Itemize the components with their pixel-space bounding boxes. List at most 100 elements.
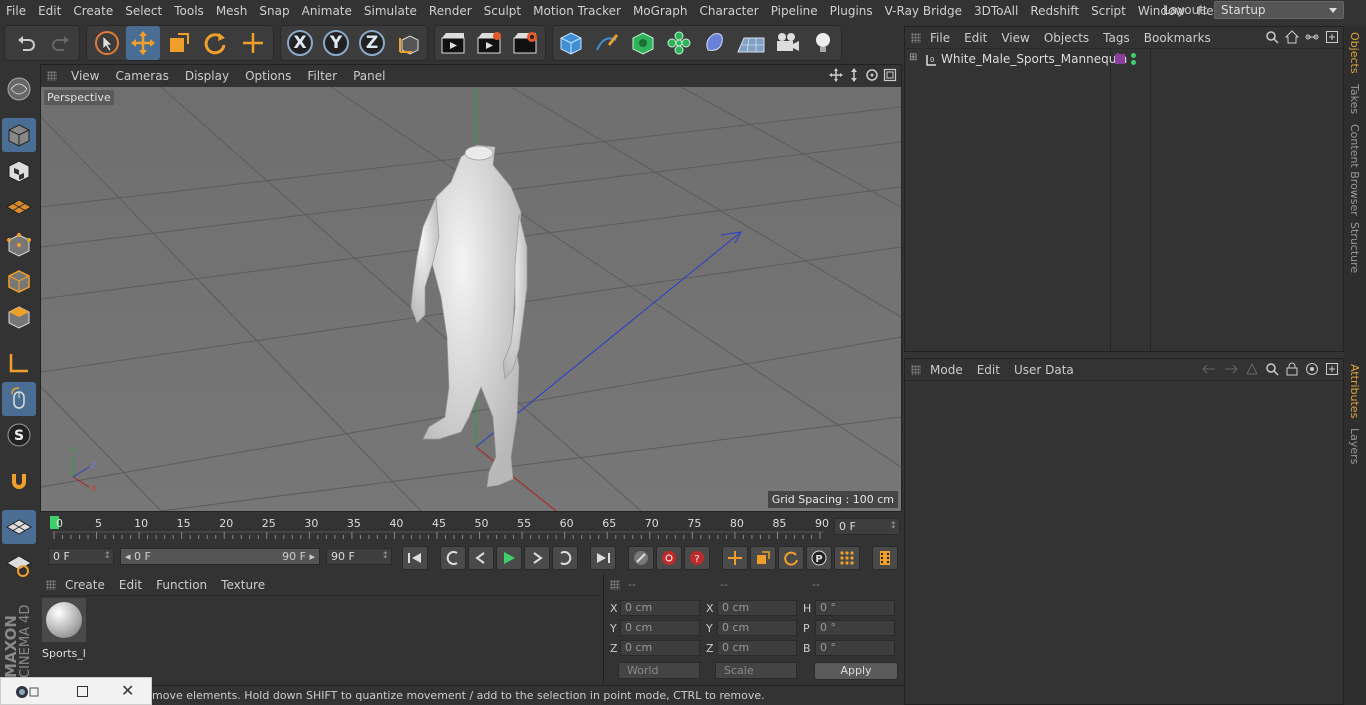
live-selection-icon[interactable] — [90, 26, 124, 60]
light-icon[interactable] — [806, 26, 840, 60]
viewport-canvas[interactable]: Y Z X Perspective Grid Spacing : 100 cm — [41, 87, 901, 511]
floor-icon[interactable] — [734, 26, 768, 60]
menu-edit[interactable]: Edit — [32, 4, 67, 18]
viewport-menu-panel[interactable]: Panel — [345, 69, 393, 83]
menu-mograph[interactable]: MoGraph — [627, 4, 694, 18]
menu-simulate[interactable]: Simulate — [358, 4, 423, 18]
search-icon[interactable] — [1265, 30, 1279, 44]
move-tool-icon[interactable] — [126, 26, 160, 60]
attribute-menu-user-data[interactable]: User Data — [1007, 363, 1081, 377]
menu-animate[interactable]: Animate — [296, 4, 358, 18]
key-pla-icon[interactable] — [834, 546, 860, 570]
key-position-icon[interactable] — [722, 546, 748, 570]
maximize-icon[interactable] — [77, 686, 88, 697]
pen-spline-icon[interactable] — [590, 26, 624, 60]
tab-content-browser[interactable]: Content Browser — [1348, 124, 1361, 216]
attribute-menu-mode[interactable]: Mode — [923, 363, 970, 377]
current-frame-field[interactable]: 0 F — [834, 518, 900, 535]
expand-icon[interactable]: ⊞ — [909, 52, 917, 63]
play-icon[interactable] — [496, 546, 522, 570]
menu-plugins[interactable]: Plugins — [824, 4, 879, 18]
next-frame-icon[interactable] — [524, 546, 550, 570]
link-icon[interactable] — [1305, 30, 1319, 44]
undo-icon[interactable] — [9, 26, 43, 60]
go-to-start-icon[interactable] — [402, 546, 428, 570]
edges-mode-icon[interactable] — [2, 264, 36, 298]
menu-sculpt[interactable]: Sculpt — [478, 4, 527, 18]
menu-create[interactable]: Create — [67, 4, 119, 18]
motion-recording-icon[interactable] — [628, 546, 654, 570]
redo-icon[interactable] — [44, 26, 78, 60]
locked-workplane-icon[interactable] — [2, 548, 36, 582]
menu-script[interactable]: Script — [1085, 4, 1132, 18]
size-y-field[interactable]: 0 cm — [717, 620, 797, 636]
close-icon[interactable]: ✕ — [121, 681, 134, 700]
camera-icon[interactable] — [770, 26, 804, 60]
menu-pipeline[interactable]: Pipeline — [765, 4, 824, 18]
viewport-menu-cameras[interactable]: Cameras — [107, 69, 176, 83]
previous-frame-icon[interactable] — [468, 546, 494, 570]
object-menu-objects[interactable]: Objects — [1037, 31, 1096, 45]
tab-structure[interactable]: Structure — [1348, 222, 1361, 273]
timeline-window-icon[interactable] — [872, 546, 898, 570]
polygons-mode-icon[interactable] — [2, 300, 36, 334]
frame-range-slider[interactable]: ◂ 0 F 90 F ▸ — [120, 548, 320, 565]
key-rotation-icon[interactable] — [778, 546, 804, 570]
object-menu-edit[interactable]: Edit — [957, 31, 994, 45]
lock-icon[interactable] — [1285, 362, 1299, 376]
back-arrow-icon[interactable] — [1201, 362, 1217, 376]
menu-file[interactable]: File — [0, 4, 32, 18]
apply-button[interactable]: Apply — [814, 662, 898, 680]
zoom-view-icon[interactable] — [847, 68, 861, 82]
z-axis-lock-button[interactable]: Z — [355, 26, 389, 60]
coordinate-system-icon[interactable] — [392, 26, 426, 60]
rot-p-field[interactable]: 0 ° — [815, 620, 895, 636]
new-window-icon[interactable] — [1325, 30, 1339, 44]
pos-x-field[interactable]: 0 cm — [620, 600, 700, 616]
deformer-icon[interactable] — [698, 26, 732, 60]
menu-tools[interactable]: Tools — [168, 4, 210, 18]
workplane-mode-icon[interactable] — [2, 190, 36, 224]
axis-mode-icon[interactable] — [2, 346, 36, 380]
x-axis-lock-button[interactable]: X — [283, 26, 317, 60]
menu-mesh[interactable]: Mesh — [210, 4, 254, 18]
subdivision-surface-icon[interactable] — [626, 26, 660, 60]
render-to-picture-viewer-icon[interactable] — [472, 26, 506, 60]
next-key-icon[interactable] — [552, 546, 578, 570]
texture-mode-icon[interactable] — [2, 154, 36, 188]
size-z-field[interactable]: 0 cm — [717, 640, 797, 656]
y-axis-lock-button[interactable]: Y — [319, 26, 353, 60]
rotate-tool-icon[interactable] — [198, 26, 232, 60]
tab-objects[interactable]: Objects — [1348, 32, 1361, 74]
pos-z-field[interactable]: 0 cm — [620, 640, 700, 656]
snap-magnet-icon[interactable] — [2, 464, 36, 498]
rotate-view-icon[interactable] — [865, 68, 879, 82]
tab-takes[interactable]: Takes — [1348, 84, 1361, 114]
go-to-end-icon[interactable] — [590, 546, 616, 570]
maximize-view-icon[interactable] — [883, 68, 897, 82]
render-settings-icon[interactable] — [508, 26, 542, 60]
model-mode-icon[interactable] — [2, 118, 36, 152]
key-scale-icon[interactable] — [750, 546, 776, 570]
start-frame-field[interactable]: 0 F — [48, 548, 114, 565]
size-x-field[interactable]: 0 cm — [717, 600, 797, 616]
object-menu-bookmarks[interactable]: Bookmarks — [1137, 31, 1218, 45]
menu-snap[interactable]: Snap — [253, 4, 295, 18]
object-name[interactable]: White_Male_Sports_Mannequin — [941, 52, 1127, 66]
menu-motion-tracker[interactable]: Motion Tracker — [527, 4, 627, 18]
target-icon[interactable] — [1305, 362, 1319, 376]
menu-character[interactable]: Character — [693, 4, 764, 18]
timeline-ruler[interactable]: 0 5 10 15 20 25 30 35 40 45 50 55 60 65 70 75 80 85 90 0 F — [40, 512, 902, 542]
object-menu-view[interactable]: View — [994, 31, 1036, 45]
tab-layers[interactable]: Layers — [1348, 428, 1361, 464]
tweak-mode-icon[interactable] — [2, 382, 36, 416]
menu-vray-bridge[interactable]: V-Ray Bridge — [879, 4, 968, 18]
up-arrow-icon[interactable] — [1245, 362, 1259, 376]
previous-key-icon[interactable] — [440, 546, 466, 570]
forward-arrow-icon[interactable] — [1223, 362, 1239, 376]
render-view-icon[interactable] — [436, 26, 470, 60]
home-icon[interactable] — [1285, 30, 1299, 44]
solo-icon[interactable]: S — [2, 418, 36, 452]
material-item[interactable]: Sports_l — [42, 598, 86, 660]
pos-y-field[interactable]: 0 cm — [620, 620, 700, 636]
